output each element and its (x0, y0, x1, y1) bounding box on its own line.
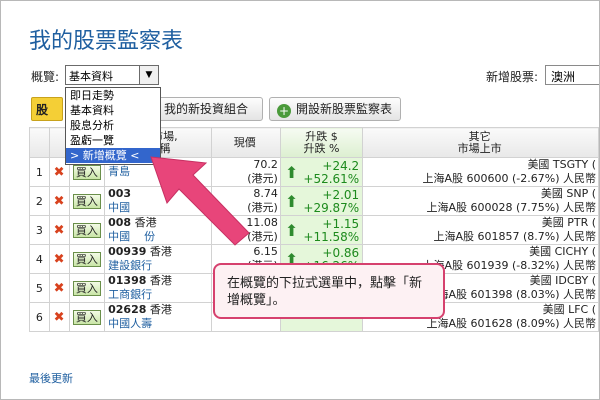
app-frame: 我的股票監察表 概覽: 基本資料 ▼ 新增股票: 澳洲 股 我的新投資組合 + 開… (0, 0, 600, 400)
pink-pointer-arrow-icon (150, 156, 250, 246)
